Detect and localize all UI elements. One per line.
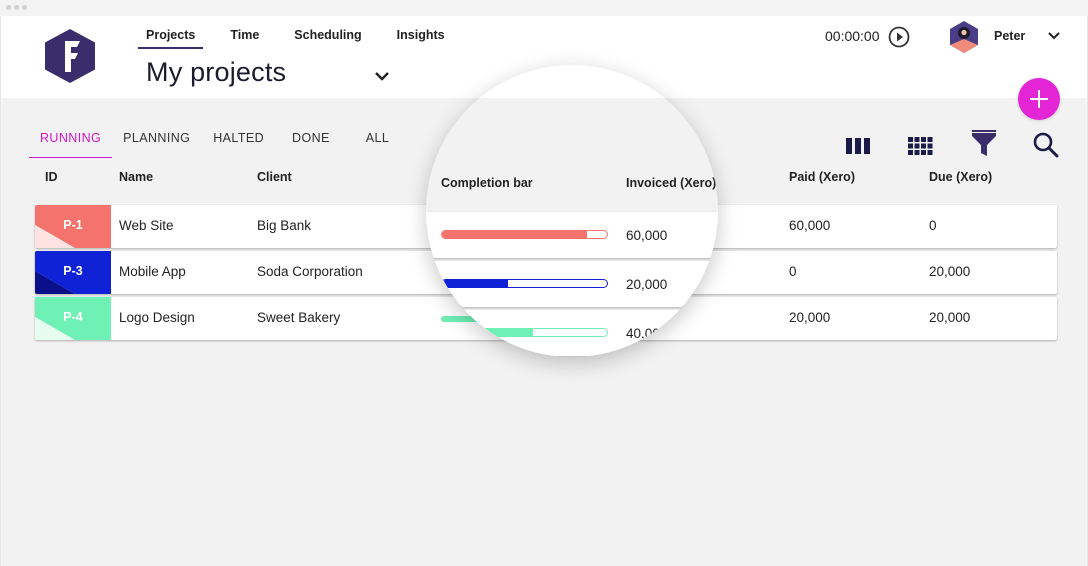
project-name: Web Site [119, 218, 174, 233]
timer-display: 00:00:00 [825, 28, 880, 44]
due-value: 20,000 [929, 264, 971, 279]
invoiced-value: 20,000 [626, 277, 668, 292]
column-header-invoiced[interactable]: Invoiced (Xero) [626, 176, 716, 190]
nav-insights[interactable]: Insights [389, 28, 453, 49]
chevron-down-icon[interactable] [372, 68, 392, 84]
columns-view-icon[interactable] [845, 137, 871, 155]
avatar[interactable] [948, 20, 980, 54]
column-header-client[interactable]: Client [257, 170, 292, 184]
project-id-badge: P-1 [35, 205, 111, 248]
project-name: Logo Design [119, 310, 195, 325]
nav-time[interactable]: Time [222, 28, 267, 49]
tab-all[interactable]: ALL [355, 131, 400, 158]
paid-value: 60,000 [789, 218, 831, 233]
chevron-down-icon[interactable] [1047, 30, 1061, 42]
filter-icon[interactable] [971, 130, 997, 158]
window-controls [6, 5, 27, 10]
project-id: P-1 [63, 218, 83, 232]
user-name[interactable]: Peter [994, 29, 1025, 43]
client-name: Big Bank [257, 218, 312, 233]
status-tabs: RUNNING PLANNING HALTED DONE ALL [29, 131, 400, 158]
due-value: 20,000 [929, 310, 971, 325]
magnified-row: 60,000 [426, 212, 718, 258]
brand-logo-icon[interactable] [43, 27, 97, 85]
invoiced-value: 40,000 [626, 326, 668, 341]
grid-view-icon[interactable] [907, 136, 935, 156]
paid-value: 0 [789, 264, 797, 279]
tab-done[interactable]: DONE [281, 131, 341, 158]
client-name: Sweet Bakery [257, 310, 341, 325]
play-icon[interactable] [887, 25, 911, 49]
main-nav: Projects Time Scheduling Insights [138, 28, 472, 49]
completion-bar [441, 328, 608, 337]
due-value: 0 [929, 218, 937, 233]
search-icon[interactable] [1032, 131, 1060, 159]
nav-projects[interactable]: Projects [138, 28, 204, 49]
magnified-header-band [426, 65, 718, 98]
invoiced-value: 60,000 [626, 228, 668, 243]
column-header-id[interactable]: ID [45, 170, 58, 184]
tab-planning[interactable]: PLANNING [112, 131, 201, 158]
nav-scheduling[interactable]: Scheduling [286, 28, 369, 49]
client-name: Soda Corporation [257, 264, 363, 279]
add-project-button[interactable] [1018, 78, 1060, 120]
completion-bar-fill [442, 329, 533, 336]
tab-halted[interactable]: HALTED [202, 131, 275, 158]
project-id: P-4 [63, 310, 83, 324]
page-title: My projects [146, 57, 287, 87]
column-header-paid[interactable]: Paid (Xero) [789, 170, 855, 184]
project-id-badge: P-4 [35, 297, 111, 340]
column-header-name[interactable]: Name [119, 170, 153, 184]
magnifier-lens: Completion bar Invoiced (Xero) 60,000 20… [426, 65, 718, 357]
project-name: Mobile App [119, 264, 186, 279]
tab-running[interactable]: RUNNING [29, 131, 113, 158]
magnified-row: 20,000 [426, 261, 718, 307]
magnified-row: 40,000 [426, 310, 718, 356]
column-header-completion[interactable]: Completion bar [441, 176, 533, 190]
completion-bar-fill [442, 231, 588, 238]
completion-bar [441, 230, 608, 239]
project-id-badge: P-3 [35, 251, 111, 294]
paid-value: 20,000 [789, 310, 831, 325]
completion-bar-fill [442, 280, 508, 287]
project-id: P-3 [63, 264, 83, 278]
window-titlebar [0, 0, 1088, 16]
completion-bar [441, 279, 608, 288]
column-header-due[interactable]: Due (Xero) [929, 170, 992, 184]
app-window: Projects Time Scheduling Insights My pro… [0, 16, 1088, 566]
